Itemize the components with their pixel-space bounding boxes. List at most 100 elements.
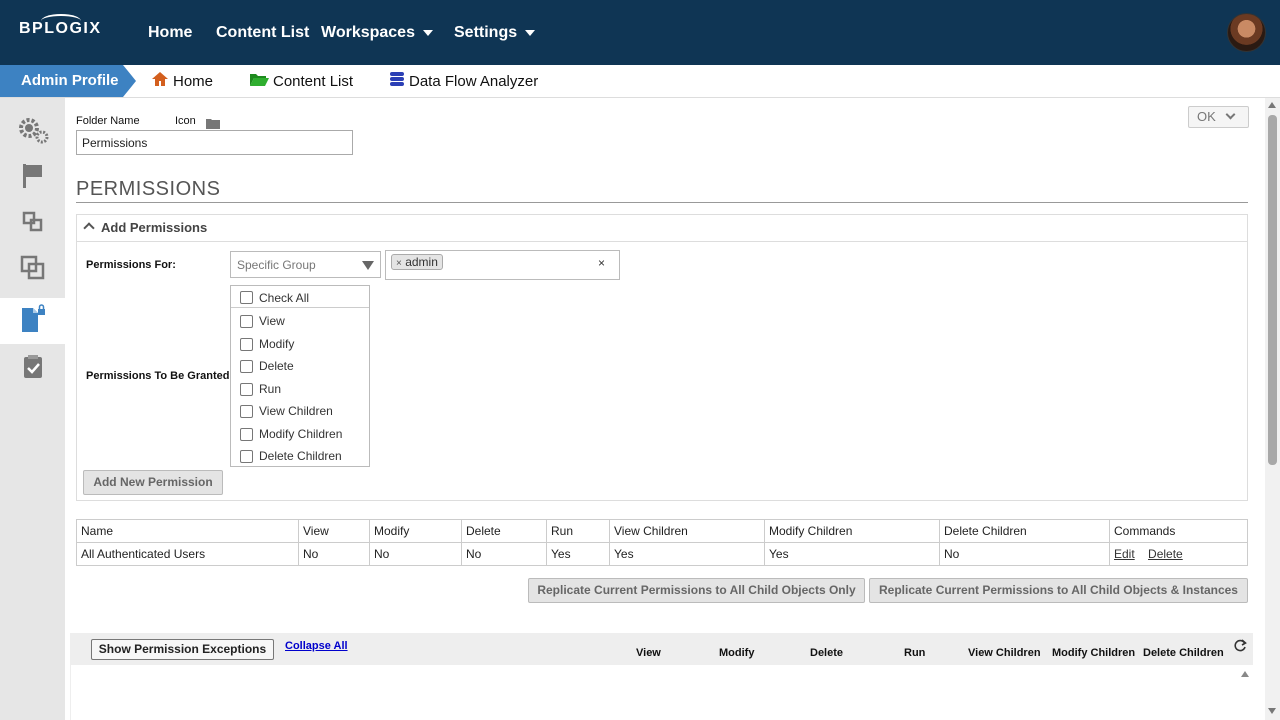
ok-button[interactable]: OK (1188, 106, 1249, 128)
checkbox[interactable] (240, 314, 253, 328)
nav-content-list[interactable]: Content List (216, 0, 309, 65)
add-permissions-panel: Add Permissions Permissions For: Specifi… (76, 214, 1248, 501)
icon-label: Icon (175, 115, 196, 127)
nav-workspaces[interactable]: Workspaces (321, 0, 433, 65)
cell-view-children: Yes (609, 542, 765, 566)
scroll-up-icon[interactable] (1241, 671, 1249, 677)
checkbox[interactable] (240, 291, 253, 304)
page-scrollbar[interactable] (1265, 98, 1280, 720)
cell-run: Yes (546, 542, 610, 566)
bplogix-logo[interactable]: BPLOGIX (19, 14, 102, 38)
checkbox[interactable] (240, 449, 253, 463)
sidebar-item-settings[interactable] (0, 109, 65, 155)
exception-col-run: Run (904, 647, 926, 659)
col-delete-children: Delete Children (939, 519, 1110, 543)
col-run: Run (546, 519, 610, 543)
permissions-granted-label: Permissions To Be Granted (86, 370, 230, 382)
chevron-down-icon (525, 29, 536, 36)
check-modify-children[interactable]: Modify Children (231, 424, 369, 444)
col-name: Name (76, 519, 299, 543)
sidebar-item-copy[interactable] (0, 247, 65, 293)
sidebar-item-tasks[interactable] (0, 346, 65, 392)
cell-modify: No (369, 542, 462, 566)
permission-exceptions-list (70, 665, 1253, 720)
add-new-permission-button[interactable]: Add New Permission (83, 470, 223, 495)
user-avatar[interactable] (1227, 13, 1266, 52)
folder-name-label: Folder Name (76, 115, 140, 127)
gears-icon (16, 116, 50, 149)
col-view-children: View Children (609, 519, 765, 543)
delete-link[interactable]: Delete (1148, 547, 1183, 561)
scrollbar-thumb[interactable] (1268, 115, 1277, 465)
scroll-down-arrow-icon[interactable] (1268, 708, 1276, 714)
quick-link-content-list[interactable]: Content List (249, 65, 353, 97)
sidebar-item-flag[interactable] (0, 155, 65, 201)
chevron-up-icon (83, 222, 95, 234)
check-delete-children[interactable]: Delete Children (231, 446, 369, 466)
checkbox[interactable] (240, 427, 253, 441)
checkbox[interactable] (240, 359, 253, 373)
exception-col-modify-children: Modify Children (1052, 647, 1136, 659)
flag-icon (21, 163, 45, 194)
col-view: View (298, 519, 370, 543)
show-permission-exceptions-button[interactable]: Show Permission Exceptions (91, 639, 274, 660)
check-run[interactable]: Run (231, 379, 369, 399)
group-tag-input[interactable]: × admin × (385, 250, 620, 280)
dropdown-arrow-icon (362, 261, 374, 270)
left-sidebar (0, 98, 65, 720)
cell-name: All Authenticated Users (76, 542, 299, 566)
folder-name-input[interactable]: Permissions (76, 130, 353, 155)
cell-delete: No (461, 542, 547, 566)
replicate-child-objects-instances-button[interactable]: Replicate Current Permissions to All Chi… (869, 578, 1248, 603)
home-icon (151, 71, 169, 91)
title-divider (76, 202, 1248, 203)
scroll-up-arrow-icon[interactable] (1268, 102, 1276, 108)
check-all[interactable]: Check All (231, 288, 369, 308)
quick-link-home[interactable]: Home (151, 65, 213, 97)
tag-admin[interactable]: × admin (391, 254, 443, 270)
replicate-child-objects-button[interactable]: Replicate Current Permissions to All Chi… (528, 578, 865, 603)
folder-open-icon (249, 72, 269, 91)
checkbox[interactable] (240, 404, 253, 418)
check-delete[interactable]: Delete (231, 356, 369, 376)
add-permissions-header[interactable]: Add Permissions (77, 215, 1247, 242)
nav-home[interactable]: Home (148, 0, 192, 65)
chevron-down-icon (422, 29, 433, 36)
main-content: Folder Name Icon Permissions OK PERMISSI… (65, 98, 1265, 720)
chevron-down-icon (1225, 109, 1236, 120)
sidebar-item-permissions[interactable] (0, 298, 65, 344)
check-modify[interactable]: Modify (231, 334, 369, 354)
admin-profile-tab[interactable]: Admin Profile (0, 65, 136, 97)
exception-col-delete-children: Delete Children (1143, 647, 1224, 659)
quick-link-data-flow-analyzer[interactable]: Data Flow Analyzer (389, 65, 538, 97)
nav-settings[interactable]: Settings (454, 0, 536, 65)
col-commands: Commands (1109, 519, 1248, 543)
structure-icon (22, 211, 44, 238)
refresh-icon[interactable] (1233, 639, 1247, 656)
collapse-all-link[interactable]: Collapse All (285, 640, 348, 652)
edit-link[interactable]: Edit (1114, 547, 1135, 561)
tag-remove-icon[interactable]: × (396, 258, 402, 269)
permission-exceptions-bar: Show Permission Exceptions Collapse All … (70, 633, 1253, 665)
check-view-children[interactable]: View Children (231, 401, 369, 421)
locked-document-icon (20, 303, 46, 339)
breadcrumb-bar: Admin Profile Home Content List Data Flo… (0, 65, 1280, 98)
top-navigation-bar: BPLOGIX Home Content List Workspaces Set… (0, 0, 1280, 65)
table-row: All Authenticated Users No No No Yes Yes… (76, 542, 1248, 566)
checklist-icon (21, 354, 45, 385)
permissions-for-select[interactable]: Specific Group (230, 251, 381, 278)
permissions-table: Name View Modify Delete Run View Childre… (76, 519, 1248, 566)
checkbox[interactable] (240, 337, 253, 351)
col-delete: Delete (461, 519, 547, 543)
table-header-row: Name View Modify Delete Run View Childre… (76, 519, 1248, 543)
exception-col-modify: Modify (719, 647, 755, 659)
check-view[interactable]: View (231, 311, 369, 331)
checkbox[interactable] (240, 382, 253, 396)
cell-commands: Edit Delete (1109, 542, 1248, 566)
exception-col-delete: Delete (810, 647, 844, 659)
permissions-for-label: Permissions For: (86, 259, 176, 271)
col-modify-children: Modify Children (764, 519, 940, 543)
clear-icon[interactable]: × (598, 256, 605, 270)
cell-view: No (298, 542, 370, 566)
sidebar-item-structure[interactable] (0, 201, 65, 247)
